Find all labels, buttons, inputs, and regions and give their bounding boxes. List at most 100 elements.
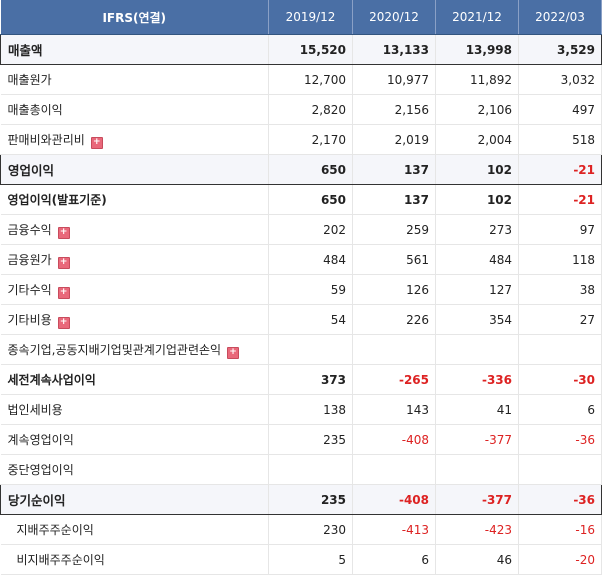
- cell-value: 226: [352, 304, 436, 335]
- cell-value: -408: [352, 424, 436, 455]
- cell-value: 54: [268, 304, 353, 335]
- cell-value: 12,700: [268, 64, 353, 95]
- row-cost-of-sales: 매출원가 12,700 10,977 11,892 3,032: [0, 64, 602, 95]
- row-label: 지배주주순이익: [0, 514, 269, 545]
- period-header: 2022/03: [518, 0, 602, 35]
- plus-icon[interactable]: +: [57, 316, 70, 329]
- cell-value: 2,019: [352, 124, 436, 155]
- cell-value: 15,520: [268, 34, 353, 65]
- row-net-income: 당기순이익 235 -408 -377 -36: [0, 484, 602, 515]
- row-controlling-net-income: 지배주주순이익 230 -413 -423 -16: [0, 514, 602, 545]
- cell-value: 235: [268, 484, 353, 515]
- row-label: 매출총이익: [0, 94, 269, 125]
- row-label-cell: 판매비와관리비 +: [0, 124, 269, 155]
- cell-value: 3,032: [518, 64, 602, 95]
- cell-value: 650: [268, 184, 353, 215]
- row-sga: 판매비와관리비 + 2,170 2,019 2,004 518: [0, 124, 602, 155]
- row-continuing-income: 계속영업이익 235 -408 -377 -36: [0, 424, 602, 455]
- cell-value: -30: [518, 364, 602, 395]
- plus-icon[interactable]: +: [57, 226, 70, 239]
- plus-icon[interactable]: +: [90, 136, 103, 149]
- cell-value: 59: [268, 274, 353, 305]
- row-label: 영업이익(발표기준): [0, 184, 269, 215]
- cell-value: -377: [435, 424, 519, 455]
- cell-value: -21: [518, 184, 602, 215]
- row-label: 영업이익: [0, 154, 269, 185]
- row-label: 당기순이익: [0, 484, 269, 515]
- cell-value: 3,529: [518, 34, 602, 65]
- cell-value: 484: [268, 244, 353, 275]
- cell-value: -413: [352, 514, 436, 545]
- cell-value: 143: [352, 394, 436, 425]
- cell-value: 41: [435, 394, 519, 425]
- row-income-tax: 법인세비용 138 143 41 6: [0, 394, 602, 425]
- cell-value: 2,170: [268, 124, 353, 155]
- cell-value: 5: [268, 544, 353, 575]
- row-label-cell: 종속기업,공동지배기업및관계기업관련손익 +: [0, 334, 269, 365]
- cell-value: 2,156: [352, 94, 436, 125]
- cell-value: -408: [352, 484, 436, 515]
- row-label-cell: 금융수익 +: [0, 214, 269, 245]
- cell-value: -36: [518, 424, 602, 455]
- cell-value: 10,977: [352, 64, 436, 95]
- cell-value: 137: [352, 184, 436, 215]
- row-operating-income-reported: 영업이익(발표기준) 650 137 102 -21: [0, 184, 602, 215]
- period-header: 2020/12: [352, 0, 436, 35]
- row-finance-income: 금융수익 + 202 259 273 97: [0, 214, 602, 245]
- cell-value: 202: [268, 214, 353, 245]
- cell-value: -16: [518, 514, 602, 545]
- cell-value: 102: [435, 184, 519, 215]
- cell-value: 497: [518, 94, 602, 125]
- row-label: 금융원가: [7, 252, 52, 267]
- financial-table: IFRS(연결) 2019/12 2020/12 2021/12 2022/03…: [0, 0, 602, 575]
- cell-value: [268, 454, 353, 485]
- plus-icon[interactable]: +: [57, 286, 70, 299]
- cell-value: 561: [352, 244, 436, 275]
- cell-value: [435, 454, 519, 485]
- cell-value: 38: [518, 274, 602, 305]
- cell-value: -21: [518, 154, 602, 185]
- cell-value: -36: [518, 484, 602, 515]
- cell-value: -20: [518, 544, 602, 575]
- cell-value: 235: [268, 424, 353, 455]
- row-gross-profit: 매출총이익 2,820 2,156 2,106 497: [0, 94, 602, 125]
- row-label: 매출액: [0, 34, 269, 65]
- period-header: 2019/12: [268, 0, 353, 35]
- cell-value: 518: [518, 124, 602, 155]
- cell-value: 2,820: [268, 94, 353, 125]
- cell-value: 2,004: [435, 124, 519, 155]
- row-label: 매출원가: [0, 64, 269, 95]
- cell-value: 373: [268, 364, 353, 395]
- cell-value: [352, 334, 436, 365]
- cell-value: 354: [435, 304, 519, 335]
- cell-value: 650: [268, 154, 353, 185]
- plus-icon[interactable]: +: [227, 346, 240, 359]
- cell-value: 6: [518, 394, 602, 425]
- cell-value: 126: [352, 274, 436, 305]
- row-noncontrolling-net-income: 비지배주주순이익 5 6 46 -20: [0, 544, 602, 575]
- cell-value: [268, 334, 353, 365]
- cell-value: 138: [268, 394, 353, 425]
- cell-value: 97: [518, 214, 602, 245]
- row-other-expense: 기타비용 + 54 226 354 27: [0, 304, 602, 335]
- cell-value: 230: [268, 514, 353, 545]
- cell-value: [518, 454, 602, 485]
- cell-value: 118: [518, 244, 602, 275]
- row-label-cell: 기타비용 +: [0, 304, 269, 335]
- cell-value: 484: [435, 244, 519, 275]
- cell-value: 127: [435, 274, 519, 305]
- period-header: 2021/12: [435, 0, 519, 35]
- cell-value: 27: [518, 304, 602, 335]
- cell-value: 13,998: [435, 34, 519, 65]
- cell-value: 259: [352, 214, 436, 245]
- cell-value: 273: [435, 214, 519, 245]
- plus-icon[interactable]: +: [57, 256, 70, 269]
- cell-value: -377: [435, 484, 519, 515]
- row-label: 종속기업,공동지배기업및관계기업관련손익: [7, 342, 222, 357]
- row-label: 세전계속사업이익: [0, 364, 269, 395]
- row-label: 금융수익: [7, 222, 52, 237]
- row-other-income: 기타수익 + 59 126 127 38: [0, 274, 602, 305]
- row-label: 계속영업이익: [0, 424, 269, 455]
- row-label: 기타비용: [7, 312, 52, 327]
- row-label: 중단영업이익: [0, 454, 269, 485]
